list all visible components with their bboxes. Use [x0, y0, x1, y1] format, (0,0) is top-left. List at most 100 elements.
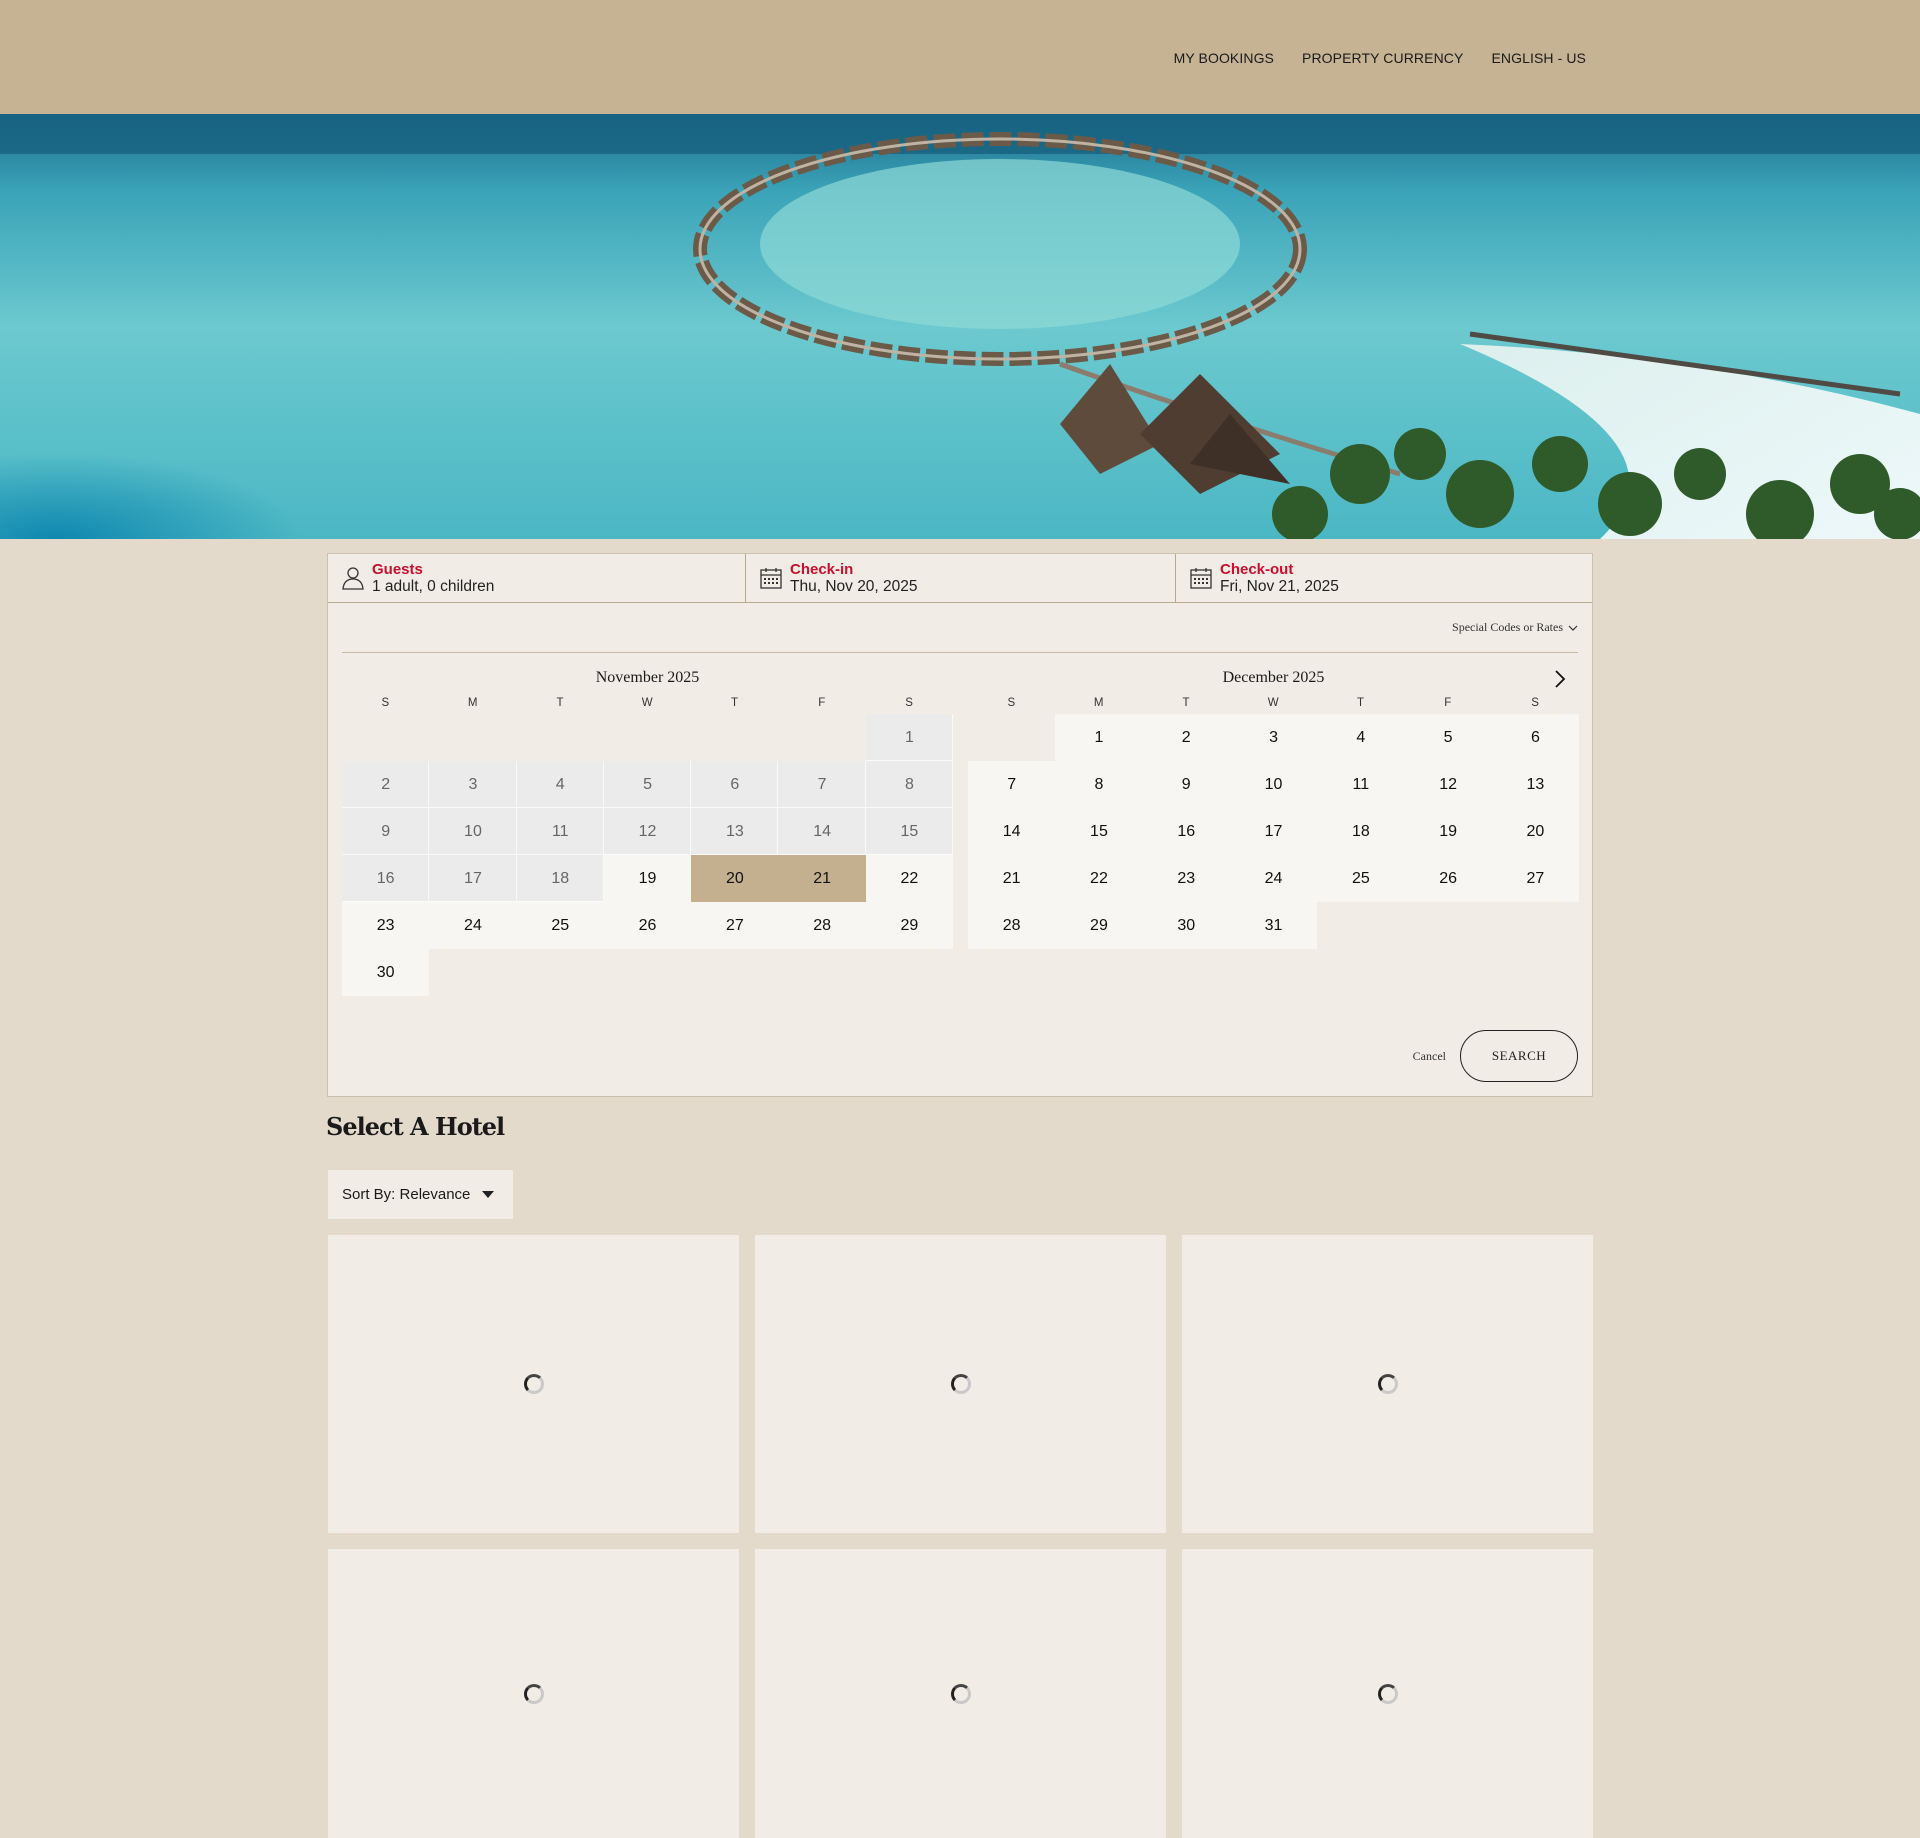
checkout-field[interactable]: Check-out Fri, Nov 21, 2025 — [1176, 554, 1592, 602]
my-bookings-link[interactable]: MY BOOKINGS — [1174, 50, 1274, 66]
next-month-button[interactable] — [1548, 667, 1572, 691]
calendar-day[interactable]: 11 — [1317, 761, 1405, 808]
cancel-button[interactable]: Cancel — [1413, 1049, 1446, 1064]
search-fields: Guests 1 adult, 0 children Check-in Thu,… — [328, 554, 1592, 603]
calendar-day[interactable]: 17 — [1229, 808, 1318, 855]
calendar-icon — [760, 568, 782, 589]
calendar-day[interactable]: 28 — [968, 902, 1056, 949]
weekday-label: F — [818, 697, 826, 709]
calendar-day-disabled: 7 — [778, 761, 866, 808]
weekday-label: T — [1182, 697, 1190, 709]
chevron-right-icon — [1555, 670, 1566, 688]
calendar-day[interactable]: 23 — [342, 902, 430, 949]
calendar-day-disabled: 2 — [342, 761, 430, 808]
calendar-day[interactable]: 20 — [1491, 808, 1580, 855]
weekday-label: W — [641, 697, 654, 709]
hotel-card[interactable] — [755, 1549, 1166, 1838]
weekday-label: F — [1444, 697, 1452, 709]
calendar-day[interactable]: 27 — [691, 902, 779, 949]
calendar-day[interactable]: 6 — [1491, 714, 1580, 761]
calendar-day-selected[interactable]: 20 — [691, 855, 779, 902]
calendar-blank — [604, 714, 691, 761]
loading-spinner-icon — [523, 1684, 544, 1704]
calendar-day-disabled: 18 — [516, 855, 604, 902]
calendar-icon — [1190, 568, 1212, 589]
calendar-day[interactable]: 19 — [1404, 808, 1492, 855]
calendar-day[interactable]: 24 — [1229, 855, 1318, 902]
calendar-day[interactable]: 22 — [1055, 855, 1143, 902]
loading-spinner-icon — [950, 1684, 971, 1704]
property-currency-link[interactable]: PROPERTY CURRENCY — [1302, 50, 1463, 66]
calendar-day[interactable]: 26 — [1404, 855, 1492, 902]
calendar-day[interactable]: 25 — [516, 902, 604, 949]
calendar-day[interactable]: 27 — [1491, 855, 1580, 902]
calendar-blank — [429, 714, 516, 761]
calendar-day[interactable]: 21 — [968, 855, 1056, 902]
sort-label: Sort By: Relevance — [342, 1186, 471, 1203]
special-codes-toggle[interactable]: Special Codes or Rates — [1452, 620, 1578, 635]
calendar-day[interactable]: 28 — [778, 902, 866, 949]
calendar-day-disabled: 6 — [691, 761, 779, 808]
calendar-day[interactable]: 14 — [968, 808, 1056, 855]
calendar-day[interactable]: 2 — [1142, 714, 1230, 761]
calendar-day[interactable]: 29 — [1055, 902, 1143, 949]
hotel-card[interactable] — [328, 1549, 739, 1838]
calendar-day[interactable]: 3 — [1229, 714, 1318, 761]
top-nav: MY BOOKINGS PROPERTY CURRENCY ENGLISH - … — [1174, 50, 1586, 66]
calendar-day[interactable]: 22 — [865, 855, 954, 902]
calendar-day[interactable]: 7 — [968, 761, 1056, 808]
month-title: November 2025 — [595, 669, 700, 686]
weekday-label: M — [1093, 697, 1104, 709]
calendar-day-disabled: 14 — [778, 808, 866, 855]
calendar-day[interactable]: 26 — [603, 902, 692, 949]
calendar-day[interactable]: 10 — [1229, 761, 1318, 808]
weekday-label: T — [731, 697, 739, 709]
calendar-day[interactable]: 30 — [342, 949, 430, 996]
calendar-day[interactable]: 8 — [1055, 761, 1143, 808]
day-grid: 1 2 3 4 5 6 7 8 9 10 11 12 13 14 15 16 17 18 19 20 21 22 23 24 2… — [342, 714, 954, 996]
weekday-label: S — [905, 697, 914, 709]
weekday-label: T — [1357, 697, 1365, 709]
search-button[interactable]: SEARCH — [1460, 1030, 1578, 1082]
calendar-day-selected[interactable]: 21 — [778, 855, 866, 902]
hotel-card[interactable] — [1182, 1549, 1593, 1838]
calendar-day[interactable]: 15 — [1055, 808, 1143, 855]
calendar-day[interactable]: 30 — [1142, 902, 1230, 949]
calendar-day[interactable]: 29 — [865, 902, 954, 949]
language-selector[interactable]: ENGLISH - US — [1491, 50, 1586, 66]
calendar-day[interactable]: 23 — [1142, 855, 1230, 902]
calendar-day[interactable]: 5 — [1404, 714, 1492, 761]
calendar-day-disabled: 8 — [865, 761, 954, 808]
sort-dropdown[interactable]: Sort By: Relevance — [328, 1170, 513, 1219]
calendar-day-disabled: 1 — [865, 714, 954, 761]
calendar-blank — [691, 714, 778, 761]
calendar-day[interactable]: 25 — [1317, 855, 1405, 902]
hotel-card-grid — [328, 1235, 1593, 1838]
checkin-field[interactable]: Check-in Thu, Nov 20, 2025 — [746, 554, 1176, 602]
month-title: December 2025 — [1222, 669, 1325, 686]
calendar-day[interactable]: 19 — [603, 855, 692, 902]
calendar-day[interactable]: 4 — [1317, 714, 1405, 761]
guests-label: Guests — [372, 561, 423, 578]
hotel-card[interactable] — [755, 1235, 1166, 1533]
calendar-day[interactable]: 13 — [1491, 761, 1580, 808]
person-icon — [342, 567, 364, 590]
calendar-day[interactable]: 1 — [1055, 714, 1143, 761]
calendar-day[interactable]: 16 — [1142, 808, 1230, 855]
calendar-day[interactable]: 31 — [1229, 902, 1318, 949]
calendar-day-disabled: 10 — [429, 808, 517, 855]
calendar-day[interactable]: 9 — [1142, 761, 1230, 808]
calendar-day[interactable]: 24 — [429, 902, 517, 949]
hotel-card[interactable] — [328, 1235, 739, 1533]
chevron-down-icon — [1568, 625, 1578, 631]
guests-field[interactable]: Guests 1 adult, 0 children — [328, 554, 746, 602]
calendar-day-disabled: 12 — [603, 808, 692, 855]
calendar-day-disabled: 13 — [691, 808, 779, 855]
calendar-blank — [778, 714, 865, 761]
checkout-value: Fri, Nov 21, 2025 — [1220, 578, 1339, 595]
calendar-day[interactable]: 12 — [1404, 761, 1492, 808]
calendar-day-disabled: 5 — [603, 761, 692, 808]
hotel-card[interactable] — [1182, 1235, 1593, 1533]
calendar-blank — [517, 714, 604, 761]
calendar-day[interactable]: 18 — [1317, 808, 1405, 855]
